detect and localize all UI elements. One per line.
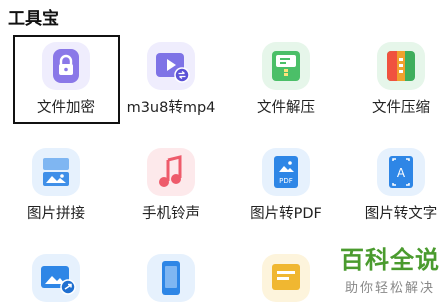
tool-label: 图片拼接 bbox=[27, 206, 85, 222]
svg-text:PDF: PDF bbox=[279, 177, 293, 185]
image-share-icon bbox=[32, 254, 80, 302]
tool-image-stitch[interactable]: 图片拼接 bbox=[0, 148, 112, 223]
video-convert-icon bbox=[147, 42, 195, 90]
selection-highlight bbox=[13, 35, 120, 124]
tool-image-to-text[interactable]: A 图片转文字 bbox=[345, 148, 448, 223]
image-pdf-icon: PDF bbox=[262, 148, 310, 196]
image-text-icon: A bbox=[377, 148, 425, 196]
tool-label: 图片转PDF bbox=[250, 206, 322, 222]
tool-m3u8-to-mp4[interactable]: m3u8转mp4 bbox=[115, 42, 227, 117]
tool-label: 文件压缩 bbox=[372, 100, 430, 116]
tool-label: 手机铃声 bbox=[142, 206, 200, 222]
music-note-icon bbox=[147, 148, 195, 196]
watermark-subtitle: 助你轻松解决 bbox=[344, 281, 435, 296]
tool-file-unzip[interactable]: 文件解压 bbox=[230, 42, 342, 117]
tool-file-compress[interactable]: 文件压缩 bbox=[345, 42, 448, 117]
watermark: 百科全说 助你轻松解决 bbox=[340, 240, 440, 296]
tool-ringtone[interactable]: 手机铃声 bbox=[115, 148, 227, 223]
phone-icon bbox=[147, 254, 195, 302]
unzip-icon bbox=[262, 42, 310, 90]
document-icon bbox=[262, 254, 310, 302]
watermark-title: 百科全说 bbox=[340, 246, 440, 274]
tool-image-to-pdf[interactable]: PDF 图片转PDF bbox=[230, 148, 342, 223]
image-stitch-icon bbox=[32, 148, 80, 196]
svg-text:A: A bbox=[397, 166, 406, 180]
tool-label: 文件解压 bbox=[257, 100, 315, 116]
tool-label: 图片转文字 bbox=[364, 206, 438, 222]
tool-label: m3u8转mp4 bbox=[126, 100, 216, 116]
compress-icon bbox=[377, 42, 425, 90]
page-title: 工具宝 bbox=[8, 9, 59, 29]
